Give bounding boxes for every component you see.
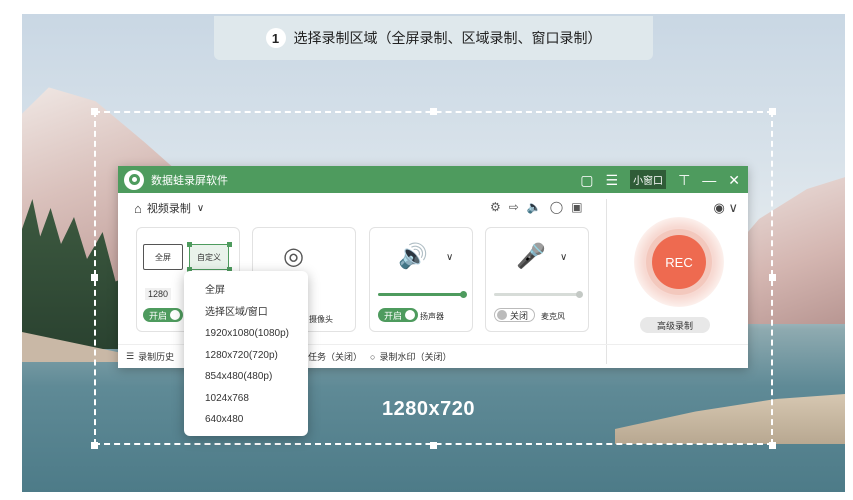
- volume-icon[interactable]: 🔈: [527, 200, 542, 214]
- title-bar: 数据蛙录屏软件 ▢ ☰ 小窗口 ⊤ — ✕: [118, 166, 748, 193]
- microphone-card: 🎤 ∨ 关闭 麦克风: [485, 227, 589, 332]
- menu-icon[interactable]: ☰: [606, 173, 619, 187]
- resolution-value[interactable]: 1280: [145, 288, 172, 300]
- speaker-toggle[interactable]: 开启: [378, 308, 419, 322]
- app-title: 数据蛙录屏软件: [151, 174, 228, 187]
- rec-button-ring: REC: [634, 217, 724, 307]
- custom-region-option[interactable]: 自定义: [189, 244, 229, 270]
- watermark-icon: ○: [370, 351, 376, 362]
- resize-handle-bottom-right[interactable]: [769, 442, 776, 449]
- resize-handle-right[interactable]: [769, 274, 776, 281]
- speaker-volume-slider[interactable]: [378, 291, 467, 298]
- history-label: 录制历史: [138, 352, 175, 362]
- toggle-label: 开启: [149, 310, 168, 321]
- settings-icon[interactable]: ⚙: [490, 200, 501, 214]
- toggle-label: 关闭: [510, 310, 529, 321]
- resize-handle-bottom[interactable]: [430, 442, 437, 449]
- mouse-icon[interactable]: ◯: [550, 200, 563, 214]
- dropdown-option[interactable]: 1920x1080(1080p): [205, 323, 308, 345]
- chevron-down-icon[interactable]: ∨: [560, 252, 567, 263]
- mode-selector[interactable]: 视频录制: [147, 200, 191, 216]
- dropdown-option[interactable]: 1280x720(720p): [205, 345, 308, 367]
- toggle-label: 开启: [384, 310, 403, 321]
- dropdown-option[interactable]: 选择区域/窗口: [205, 302, 308, 324]
- resize-handle-top-right[interactable]: [769, 108, 776, 115]
- app-logo-icon: [124, 169, 144, 190]
- camera-label: 摄像头: [309, 315, 333, 324]
- divider: [606, 199, 607, 364]
- task-link[interactable]: 任务（关闭）: [308, 350, 362, 363]
- chevron-down-icon[interactable]: ∨: [197, 203, 204, 214]
- minimize-icon[interactable]: —: [702, 173, 716, 187]
- toolbar: ⌂ 视频录制 ∨ ⚙ ⇨ 🔈 ◯ ▣ ◉ ∨: [118, 193, 748, 223]
- file-icon[interactable]: ▣: [571, 200, 582, 214]
- chevron-down-icon[interactable]: ∨: [446, 252, 453, 263]
- home-icon[interactable]: ⌂: [134, 201, 142, 216]
- pin-icon[interactable]: ⊤: [678, 173, 690, 187]
- resolution-dropdown[interactable]: 全屏 选择区域/窗口 1920x1080(1080p) 1280x720(720…: [184, 271, 308, 436]
- rec-button[interactable]: REC: [652, 235, 706, 289]
- mic-volume-slider[interactable]: [494, 291, 583, 298]
- microphone-off-icon[interactable]: 🎤: [516, 242, 546, 271]
- mini-window-button[interactable]: 小窗口: [630, 170, 667, 189]
- step-banner: 1 选择录制区域（全屏录制、区域录制、窗口录制）: [214, 16, 653, 60]
- export-icon[interactable]: ⇨: [509, 200, 519, 214]
- resize-handle-bottom-left[interactable]: [91, 442, 98, 449]
- dropdown-option[interactable]: 1024x768: [205, 388, 308, 410]
- step-number: 1: [265, 28, 286, 48]
- dropdown-option[interactable]: 全屏: [205, 280, 308, 302]
- resize-handle-left[interactable]: [91, 274, 98, 281]
- watermark-label: 录制水印（关闭）: [379, 352, 452, 362]
- selection-size-label: 1280x720: [382, 398, 475, 420]
- mic-label: 麦克风: [541, 312, 565, 321]
- speaker-label: 扬声器: [420, 312, 444, 321]
- task-label: 任务（关闭）: [308, 352, 363, 362]
- speaker-card: 🔊 ∨ 开启 扬声器: [369, 227, 473, 332]
- watermark-link[interactable]: ○ 录制水印（关闭）: [370, 350, 451, 363]
- close-icon[interactable]: ✕: [728, 173, 740, 187]
- dropdown-option[interactable]: 640x480: [205, 409, 308, 431]
- resize-handle-top[interactable]: [430, 108, 437, 115]
- resize-handle-top-left[interactable]: [91, 108, 98, 115]
- speaker-icon[interactable]: 🔊: [398, 242, 428, 271]
- feedback-icon[interactable]: ▢: [580, 173, 593, 187]
- history-link[interactable]: ☰ 录制历史: [126, 350, 174, 363]
- advanced-record-button[interactable]: 高级录制: [640, 317, 710, 333]
- region-toggle[interactable]: 开启: [143, 308, 184, 322]
- camera-off-icon[interactable]: ◎: [283, 242, 304, 271]
- dropdown-option[interactable]: 854x480(480p): [205, 366, 308, 388]
- screenshot-camera-icon[interactable]: ◉ ∨: [714, 200, 738, 216]
- list-icon: ☰: [126, 351, 135, 361]
- mic-toggle[interactable]: 关闭: [494, 308, 536, 322]
- step-text: 选择录制区域（全屏录制、区域录制、窗口录制）: [293, 30, 602, 46]
- fullscreen-option[interactable]: 全屏: [143, 244, 183, 270]
